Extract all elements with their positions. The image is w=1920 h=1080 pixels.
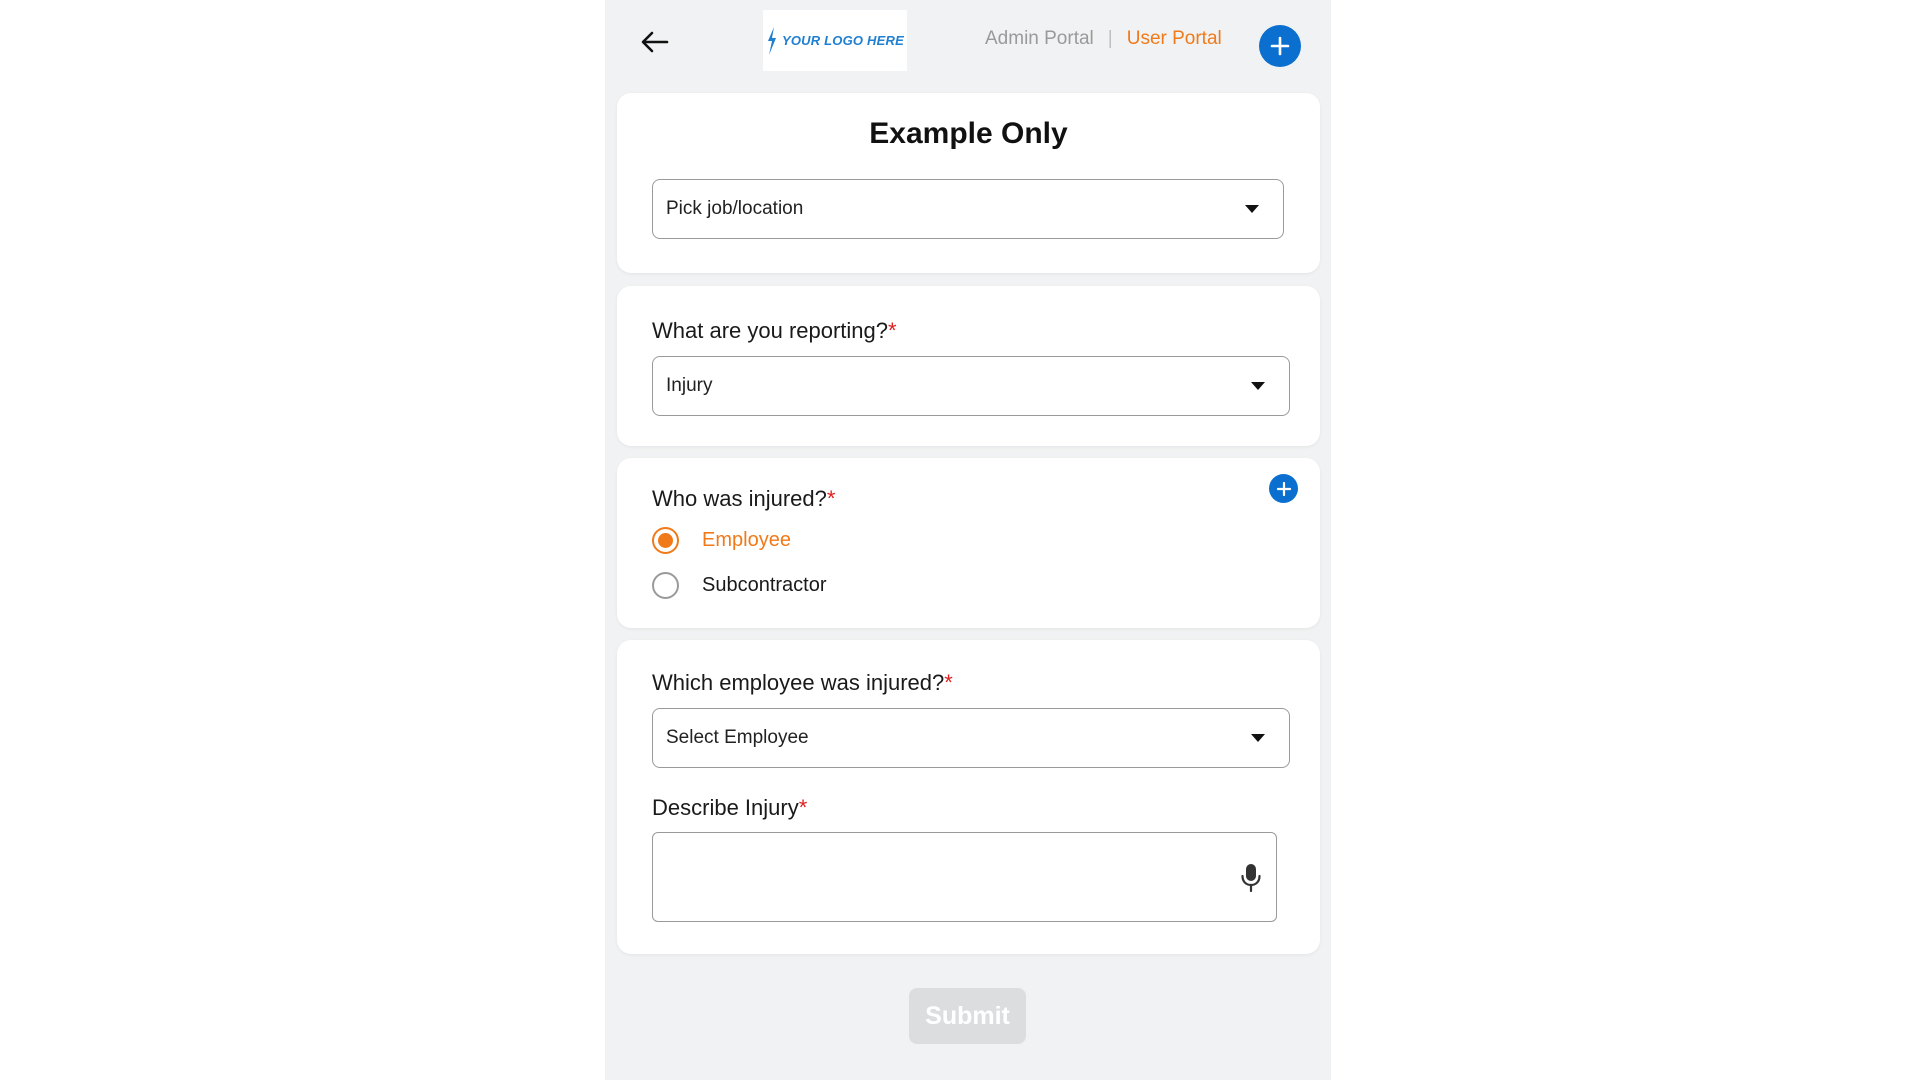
required-mark: * <box>888 318 897 343</box>
radio-option-subcontractor[interactable]: Subcontractor <box>652 572 827 599</box>
form-title-card: Example Only Pick job/location <box>617 93 1320 273</box>
required-mark: * <box>826 486 836 511</box>
portal-switcher: Admin Portal | User Portal <box>985 28 1222 50</box>
app-header: YOUR LOGO HERE Admin Portal | User Porta… <box>605 0 1331 92</box>
portal-separator: | <box>1107 28 1113 49</box>
form-title: Example Only <box>869 117 1068 150</box>
admin-portal-link[interactable]: Admin Portal <box>985 28 1094 50</box>
plus-icon <box>1270 36 1290 56</box>
logo-mark-icon <box>768 26 776 55</box>
radio-label-employee: Employee <box>702 529 791 551</box>
company-logo: YOUR LOGO HERE <box>763 10 907 71</box>
add-injured-button[interactable] <box>1269 474 1298 503</box>
job-location-value: Pick job/location <box>666 198 804 219</box>
submit-button[interactable]: Submit <box>909 988 1026 1044</box>
required-mark: * <box>944 670 953 695</box>
describe-injury-label: Describe Injury* <box>652 795 808 820</box>
reporting-type-label: What are you reporting?* <box>652 318 897 343</box>
job-location-select[interactable]: Pick job/location <box>652 179 1284 239</box>
caret-down-icon <box>1251 382 1265 390</box>
back-button[interactable] <box>635 22 675 62</box>
injury-details-card: Which employee was injured?* Select Empl… <box>617 640 1320 954</box>
app-screen: YOUR LOGO HERE Admin Portal | User Porta… <box>605 0 1331 1080</box>
reporting-type-select[interactable]: Injury <box>652 356 1290 416</box>
employee-select[interactable]: Select Employee <box>652 708 1290 768</box>
radio-label-subcontractor: Subcontractor <box>702 574 827 596</box>
describe-injury-textarea[interactable] <box>652 832 1277 922</box>
reporting-type-card: What are you reporting?* Injury <box>617 286 1320 446</box>
reporting-type-value: Injury <box>666 375 713 396</box>
microphone-icon[interactable] <box>1240 863 1262 893</box>
caret-down-icon <box>1245 205 1259 213</box>
who-injured-card: Who was injured?* Employee Subcontractor <box>617 458 1320 628</box>
caret-down-icon <box>1251 734 1265 742</box>
radio-button-checked[interactable] <box>652 527 679 554</box>
radio-button-unchecked[interactable] <box>652 572 679 599</box>
logo-text: YOUR LOGO HERE <box>782 33 904 48</box>
add-button[interactable] <box>1259 25 1301 67</box>
employee-select-value: Select Employee <box>666 727 809 748</box>
radio-option-employee[interactable]: Employee <box>652 527 791 554</box>
which-employee-label: Which employee was injured?* <box>652 670 953 695</box>
arrow-left-icon <box>641 31 669 53</box>
required-mark: * <box>798 795 808 820</box>
who-injured-label: Who was injured?* <box>652 486 836 511</box>
plus-icon <box>1276 481 1291 496</box>
user-portal-link[interactable]: User Portal <box>1127 28 1222 50</box>
